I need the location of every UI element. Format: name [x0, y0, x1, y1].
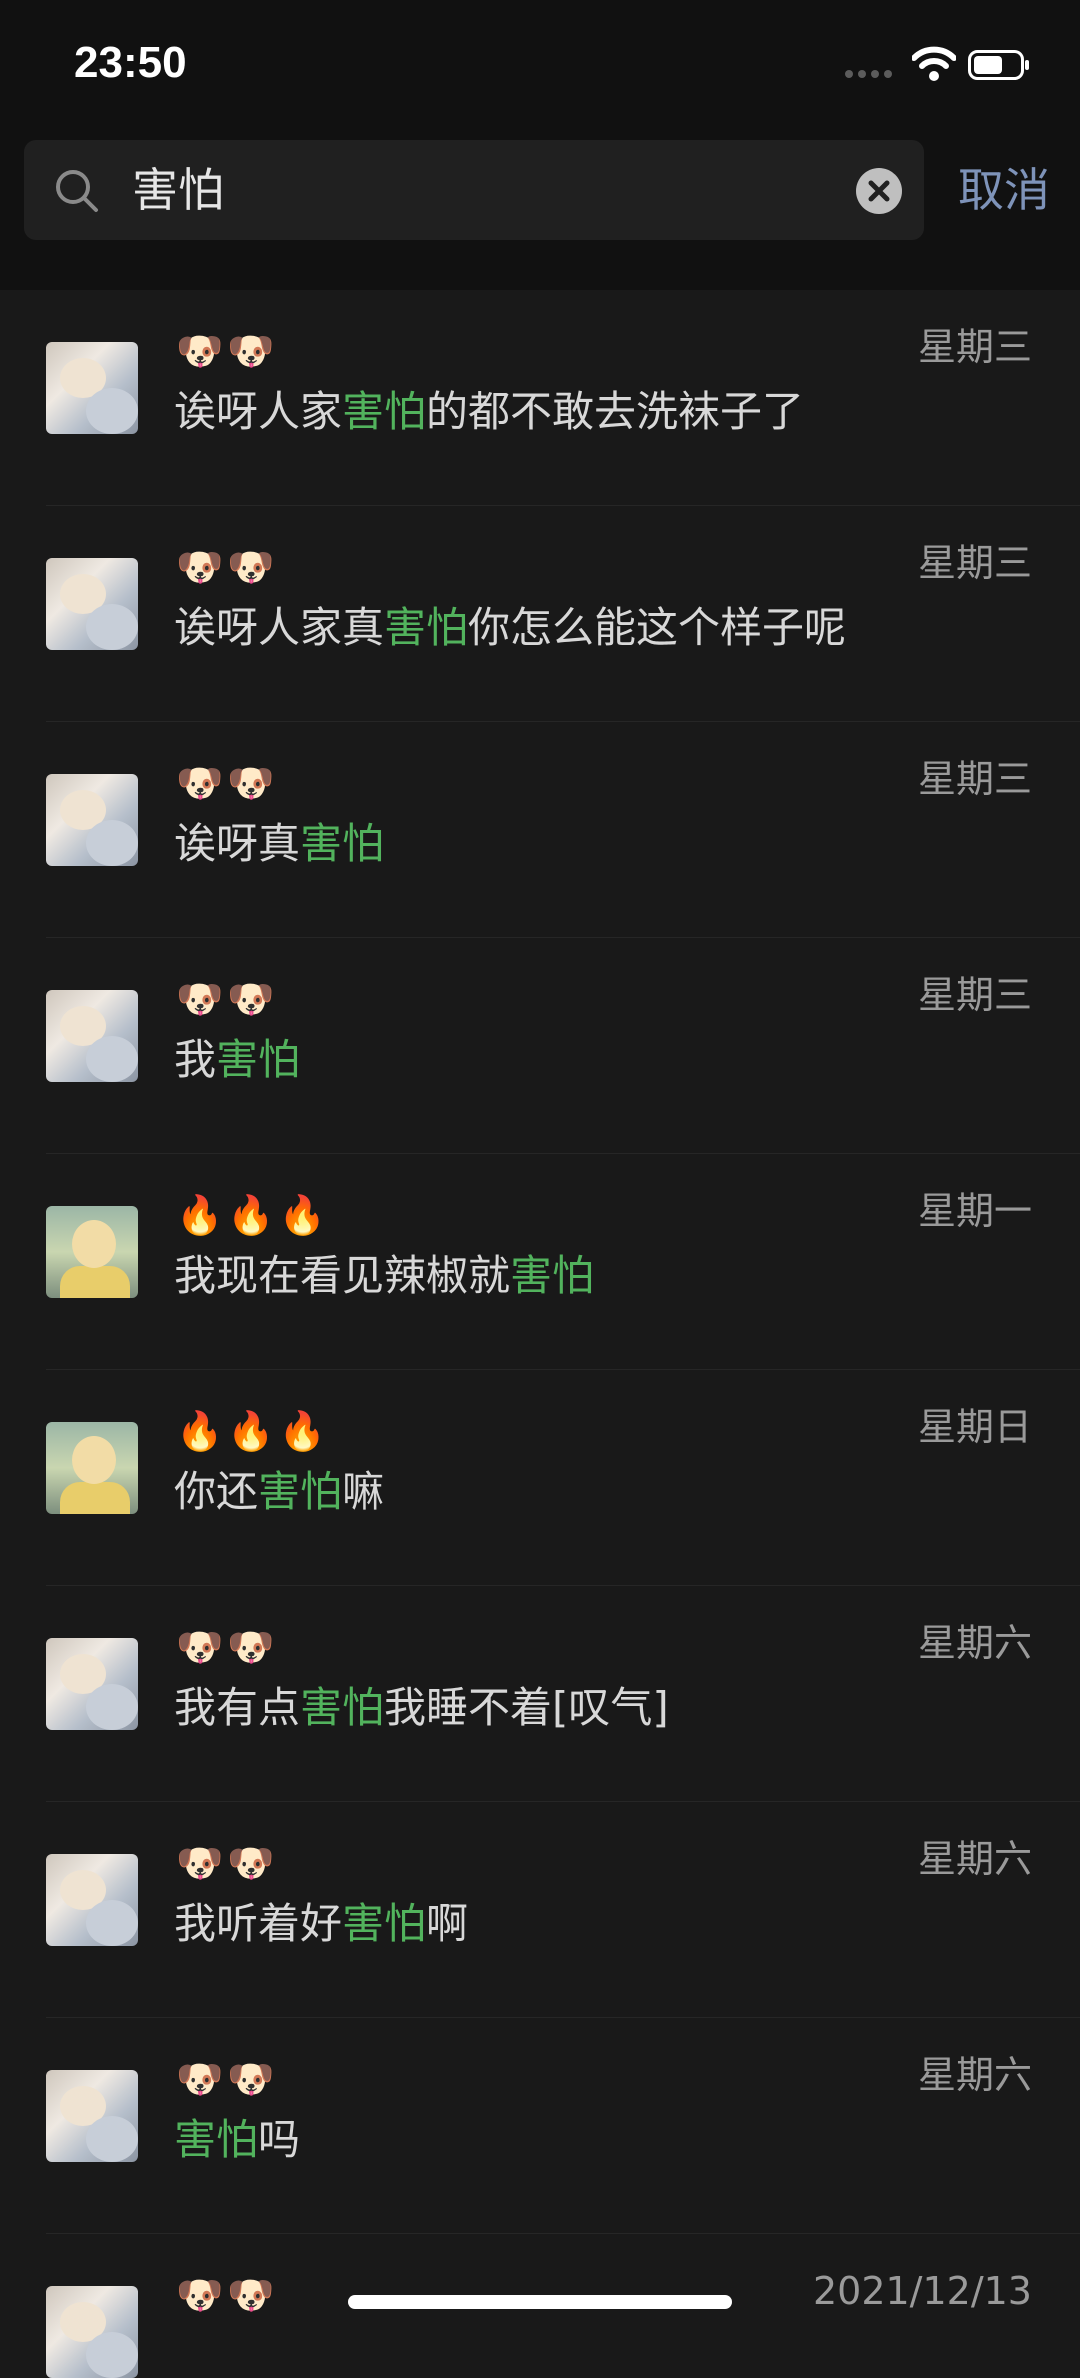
message-snippet: 害怕吗	[174, 2115, 301, 2164]
keyword-highlight: 害怕	[384, 603, 469, 652]
result-item[interactable]: 🐶🐶 我害怕 星期三	[0, 938, 1080, 1154]
battery-icon	[968, 50, 1029, 80]
result-item[interactable]: 🐶🐶 诶呀人家害怕的都不敢去洗袜子了 星期三	[0, 290, 1080, 506]
avatar[interactable]	[46, 558, 138, 650]
message-date: 星期六	[917, 2053, 1032, 2097]
message-date: 星期六	[917, 1621, 1032, 1665]
avatar[interactable]	[46, 1422, 138, 1514]
keyword-highlight: 害怕	[258, 1467, 343, 1516]
message-date: 星期六	[917, 1837, 1032, 1881]
status-bar: 23:50	[0, 0, 1080, 130]
message-date: 星期三	[917, 325, 1032, 369]
result-item[interactable]: 🐶🐶 诶呀人家真害怕你怎么能这个样子呢 星期三	[0, 506, 1080, 722]
message-date: 2021/12/13	[812, 2269, 1032, 2313]
result-item[interactable]: 🔥🔥🔥 我现在看见辣椒就害怕 星期一	[0, 1154, 1080, 1370]
result-item[interactable]: 🔥🔥🔥 你还害怕嘛 星期日	[0, 1370, 1080, 1586]
message-snippet: 诶呀人家害怕的都不敢去洗袜子了	[174, 387, 805, 436]
clear-icon[interactable]	[856, 168, 902, 214]
message-snippet: 我现在看见辣椒就害怕	[174, 1251, 595, 1300]
avatar[interactable]	[46, 2286, 138, 2378]
result-item[interactable]: 🐶🐶 我听着好害怕啊 星期六	[0, 1802, 1080, 2018]
keyword-highlight: 害怕	[510, 1251, 595, 1300]
keyword-highlight: 害怕	[216, 1035, 301, 1084]
message-date: 星期三	[917, 973, 1032, 1017]
cellular-signal-icon	[845, 70, 895, 78]
search-input[interactable]: 害怕	[24, 140, 924, 240]
message-date: 星期三	[917, 757, 1032, 801]
avatar[interactable]	[46, 342, 138, 434]
sender-name: 🔥🔥🔥	[176, 1193, 330, 1237]
sender-name: 🐶🐶	[176, 2057, 279, 2101]
result-item[interactable]: 🐶🐶 我有点害怕我睡不着[叹气] 星期六	[0, 1586, 1080, 1802]
avatar[interactable]	[46, 774, 138, 866]
avatar[interactable]	[46, 2070, 138, 2162]
avatar[interactable]	[46, 1854, 138, 1946]
message-snippet: 诶呀真害怕	[174, 819, 385, 868]
search-icon	[56, 170, 98, 212]
keyword-highlight: 害怕	[342, 387, 427, 436]
avatar[interactable]	[46, 1206, 138, 1298]
search-query: 害怕	[132, 163, 224, 217]
message-snippet: 我害怕	[174, 1035, 301, 1084]
wifi-icon	[912, 46, 956, 81]
message-snippet: 我听着好害怕啊	[174, 1899, 469, 1948]
sender-name: 🐶🐶	[176, 1841, 279, 1885]
message-snippet: 我有点害怕我睡不着[叹气]	[174, 1683, 669, 1732]
keyword-highlight: 害怕	[300, 1683, 385, 1732]
keyword-highlight: 害怕	[342, 1899, 427, 1948]
sender-name: 🐶🐶	[176, 1625, 279, 1669]
keyword-highlight: 害怕	[174, 2115, 259, 2164]
message-snippet: 诶呀人家真害怕你怎么能这个样子呢	[174, 603, 847, 652]
result-item[interactable]: 🐶🐶 2021/12/13	[0, 2234, 1080, 2378]
status-time: 23:50	[74, 38, 187, 87]
sender-name: 🐶🐶	[176, 545, 279, 589]
search-bar: 害怕 取消	[0, 130, 1080, 290]
cancel-button[interactable]: 取消	[958, 160, 1050, 220]
sender-name: 🐶🐶	[176, 761, 279, 805]
keyword-highlight: 害怕	[300, 819, 385, 868]
result-item[interactable]: 🐶🐶 害怕吗 星期六	[0, 2018, 1080, 2234]
avatar[interactable]	[46, 990, 138, 1082]
avatar[interactable]	[46, 1638, 138, 1730]
sender-name: 🔥🔥🔥	[176, 1409, 330, 1453]
message-date: 星期一	[917, 1189, 1032, 1233]
message-date: 星期三	[917, 541, 1032, 585]
sender-name: 🐶🐶	[176, 2273, 279, 2317]
result-item[interactable]: 🐶🐶 诶呀真害怕 星期三	[0, 722, 1080, 938]
message-snippet: 你还害怕嘛	[174, 1467, 385, 1516]
message-date: 星期日	[917, 1405, 1032, 1449]
sender-name: 🐶🐶	[176, 977, 279, 1021]
home-indicator[interactable]	[348, 2295, 732, 2309]
sender-name: 🐶🐶	[176, 329, 279, 373]
